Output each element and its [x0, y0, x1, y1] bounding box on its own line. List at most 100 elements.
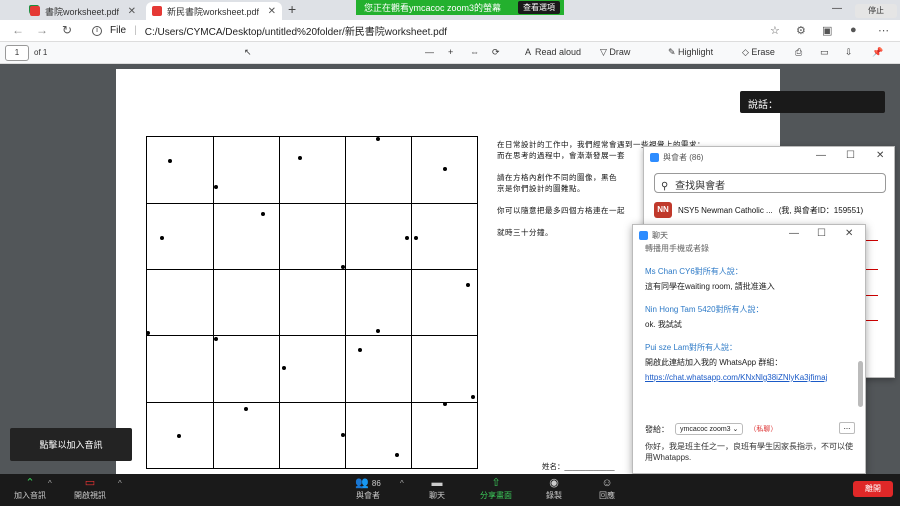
chat-sender: Nin Hong Tam 5420對所有人說：: [645, 305, 764, 314]
join-audio-tooltip[interactable]: 點擊以加入音訊: [10, 428, 132, 461]
pdf-icon: [152, 6, 162, 16]
menu-icon[interactable]: ⋯: [878, 24, 889, 37]
chat-button[interactable]: ▬ 聊天: [409, 476, 465, 501]
minimize-icon[interactable]: —: [832, 3, 842, 14]
zoom-out-icon[interactable]: —: [425, 47, 434, 57]
chat-title: 聊天: [652, 230, 668, 240]
worksheet-line: 京是你們設計的圖難點。: [497, 184, 585, 193]
participant-search-input[interactable]: ⚲ 查找與會者: [654, 173, 886, 193]
divider: |: [134, 25, 137, 36]
tab-title: 書院worksheet.pdf: [45, 6, 120, 17]
zoom-in-icon[interactable]: +: [448, 47, 453, 57]
minimize-icon[interactable]: —: [816, 150, 826, 161]
record-icon: ◉: [549, 477, 559, 489]
minimize-icon[interactable]: —: [789, 228, 799, 239]
worksheet-line: 而在思考的過程中，會漸漸發展一套: [497, 151, 625, 160]
chat-message: 開啟此連結加入我的 WhatsApp 群組：: [645, 358, 783, 367]
chat-label: 聊天: [429, 491, 445, 500]
stop-share-button[interactable]: 停止: [855, 4, 897, 18]
url-field[interactable]: i File | C:/Users/CYMCA/Desktop/untitled…: [92, 23, 447, 38]
tab-title: 新民書院worksheet.pdf: [167, 6, 260, 17]
search-icon: ⚲: [661, 181, 669, 192]
new-tab-icon[interactable]: +: [288, 1, 296, 17]
smile-icon: ☺: [601, 477, 613, 489]
avatar: NN: [654, 202, 672, 218]
draw-button[interactable]: ▽ Draw: [600, 47, 630, 58]
fit-page-icon[interactable]: ⇔: [470, 47, 479, 57]
collections-icon[interactable]: ▣: [822, 24, 832, 37]
view-options-button[interactable]: 查看選項: [518, 1, 560, 14]
participants-count: 86: [371, 479, 381, 488]
maximize-icon[interactable]: ☐: [817, 228, 826, 239]
worksheet-line: 你可以隨意把最多四個方格連在一起: [497, 206, 625, 215]
reload-icon[interactable]: ↻: [62, 23, 72, 37]
close-icon[interactable]: ✕: [845, 228, 853, 239]
rotate-icon[interactable]: ⟳: [492, 47, 500, 58]
chevron-up-icon[interactable]: ^: [118, 479, 122, 488]
close-icon[interactable]: ✕: [128, 6, 136, 17]
participant-row[interactable]: NN NSY5 Newman Catholic ... (我, 與會者ID：15…: [654, 201, 894, 219]
participant-name: NSY5 Newman Catholic ...: [678, 205, 773, 215]
highlight-button[interactable]: ✎ Highlight: [668, 47, 713, 58]
zoom-icon: [639, 230, 648, 240]
share-screen-button[interactable]: ⇧ 分享畫面: [468, 476, 524, 501]
page-total: of 1: [34, 48, 48, 57]
chevron-up-icon[interactable]: ^: [400, 479, 404, 488]
chat-sender: Pui sze Lam對所有人說：: [645, 343, 738, 352]
extensions-icon[interactable]: ⚙: [796, 24, 806, 37]
save-as-icon[interactable]: ⇩: [845, 47, 853, 58]
print-icon[interactable]: ⎙: [795, 47, 802, 58]
close-icon[interactable]: ✕: [268, 6, 276, 17]
more-options-button[interactable]: ...: [839, 422, 855, 434]
share-screen-label: 分享畫面: [480, 491, 512, 500]
participants-label: 與會者: [356, 491, 380, 500]
chat-sender: Ms Chan CY6對所有人說：: [645, 267, 743, 276]
chat-input[interactable]: 你好，我是班主任之一，良班有學生因家長指示，不可以使用Whatapps.: [645, 441, 855, 463]
browser-tab-bar: 書院worksheet.pdf ✕ 新民書院worksheet.pdf ✕ + …: [0, 0, 900, 20]
name-label: 姓名：: [542, 462, 565, 471]
page-number-input[interactable]: 1: [5, 45, 29, 61]
record-button[interactable]: ◉ 錄製: [526, 476, 582, 501]
avatar[interactable]: ●: [850, 24, 857, 36]
info-icon[interactable]: i: [92, 25, 102, 36]
address-bar: ← → ↻ i File | C:/Users/CYMCA/Desktop/un…: [0, 20, 900, 42]
recipient-value: ymcacoc zoom3: [680, 426, 731, 433]
zoom-meeting-toolbar: ⌃ 加入音訊 ^ ▭ 開啟視訊 ^ 👥 86 與會者 ^ ▬ 聊天 ⇧ 分享畫面…: [0, 474, 900, 506]
chat-link[interactable]: https://chat.whatsapp.com/KNxNlg38iZNlyK…: [645, 372, 853, 383]
back-icon[interactable]: ←: [12, 23, 24, 37]
chat-messages: 轉播用手機或者錄 Ms Chan CY6對所有人說： 這有同學在waiting …: [645, 244, 853, 383]
leave-button[interactable]: 離開: [853, 481, 893, 497]
chat-panel: 聊天 — ☐ ✕ 轉播用手機或者錄 Ms Chan CY6對所有人說： 這有同學…: [632, 224, 866, 474]
banner-text: 您正在觀看ymcacoc zoom3的螢幕: [364, 3, 502, 13]
worksheet-line: 請在方格內創作不同的圖像，黑色: [497, 173, 617, 182]
record-label: 錄製: [546, 491, 562, 500]
maximize-icon[interactable]: ☐: [846, 150, 855, 161]
participants-button[interactable]: 👥 86 與會者: [340, 476, 396, 501]
recipient-select[interactable]: ymcacoc zoom3 ⌄: [675, 423, 744, 435]
cursor-icon: ↖: [244, 47, 252, 57]
chat-message: 這有同學在waiting room, 請批准進入: [645, 282, 775, 291]
save-icon[interactable]: ▭: [820, 47, 829, 58]
participants-icon: 👥 86: [355, 477, 381, 489]
chevron-up-icon[interactable]: ^: [48, 479, 52, 488]
reactions-button[interactable]: ☺ 回應: [579, 476, 635, 501]
start-video-button[interactable]: ▭ 開啟視訊: [62, 476, 118, 501]
erase-button[interactable]: ◇ Erase: [742, 47, 775, 58]
close-icon[interactable]: ✕: [876, 150, 884, 161]
tab-inactive[interactable]: 書院worksheet.pdf ✕: [24, 2, 142, 20]
participant-suffix: (我, 與會者ID：159551): [778, 205, 864, 215]
pin-icon[interactable]: 📌: [872, 47, 883, 58]
draw-label: Draw: [609, 47, 631, 57]
chat-icon: ▬: [431, 477, 443, 489]
forward-icon[interactable]: →: [36, 23, 48, 37]
read-aloud-label: Read aloud: [535, 47, 582, 57]
zoom-icon: [650, 152, 659, 162]
chat-label: 說話：: [740, 91, 885, 113]
start-video-label: 開啟視訊: [74, 491, 106, 500]
dot-grid: [146, 136, 478, 469]
read-aloud-button[interactable]: A Read aloud: [525, 47, 581, 57]
send-to-label: 發給：: [645, 424, 669, 434]
tab-active[interactable]: 新民書院worksheet.pdf ✕: [146, 2, 282, 20]
scrollbar[interactable]: [858, 361, 863, 407]
star-icon[interactable]: ☆: [770, 24, 780, 37]
